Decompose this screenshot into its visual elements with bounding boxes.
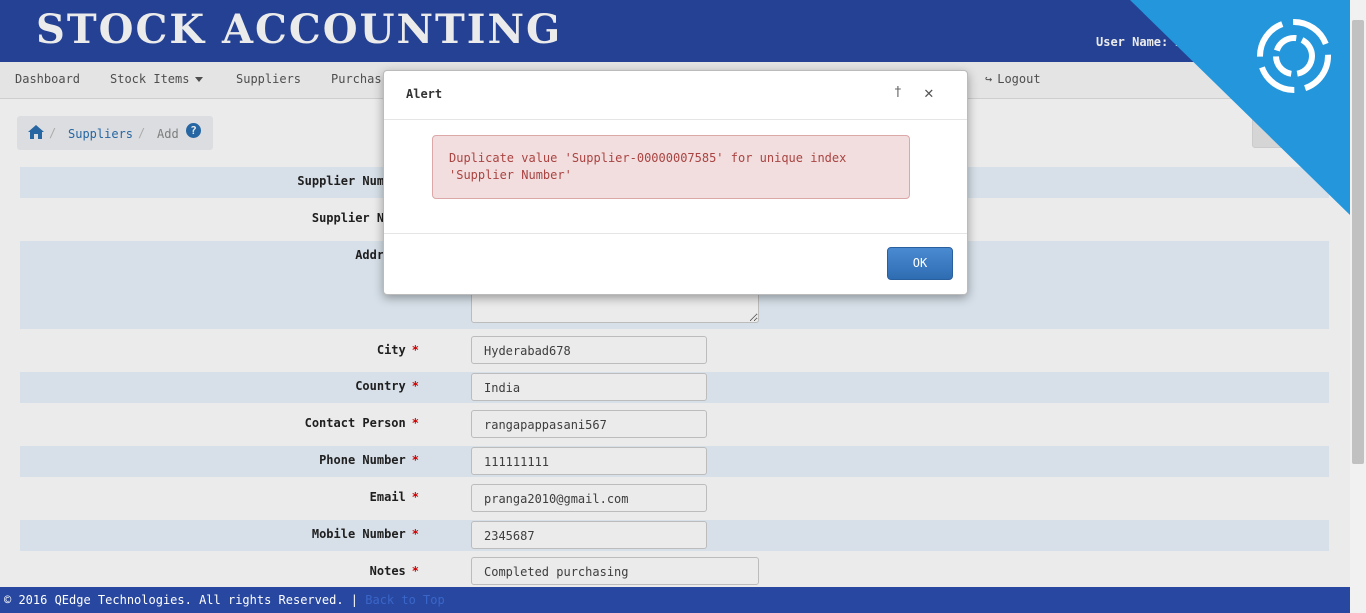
vertical-scrollbar[interactable] [1350,0,1366,613]
dialog-footer-divider [384,233,967,234]
dialog-title: Alert [406,87,443,101]
page-footer: © 2016 QEdge Technologies. All rights Re… [0,587,1366,613]
pin-icon[interactable]: † [894,85,902,100]
back-to-top-link[interactable]: Back to Top [365,593,444,607]
loading-ring-icon [1257,19,1331,93]
copyright-text: © 2016 QEdge Technologies. All rights Re… [4,593,359,607]
ok-button[interactable]: OK [887,247,953,280]
dialog-header-divider [384,119,967,120]
error-message: Duplicate value 'Supplier-00000007585' f… [432,135,910,199]
close-icon[interactable]: ✕ [924,83,934,102]
alert-dialog: Alert † ✕ Duplicate value 'Supplier-0000… [383,70,968,295]
scrollbar-thumb[interactable] [1352,20,1364,464]
